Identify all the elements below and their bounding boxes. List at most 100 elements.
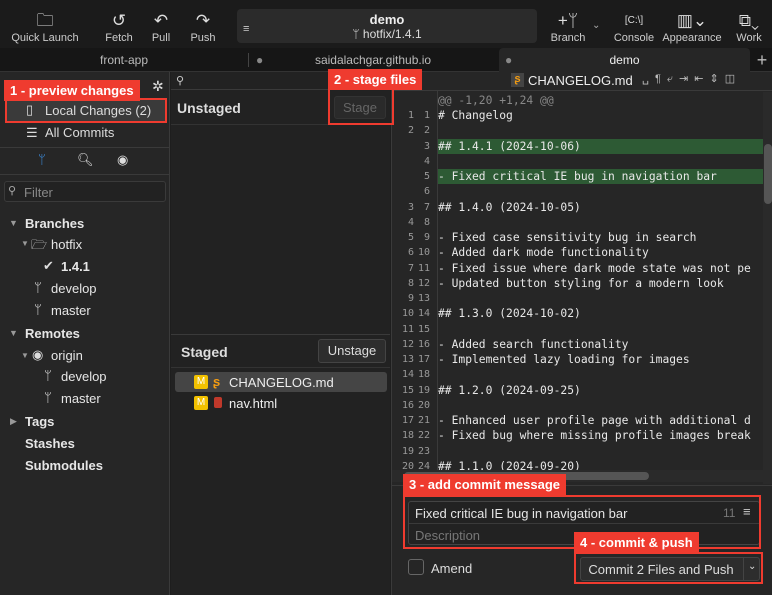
diff-line: 10 14 ## 1.3.0 (2024-10-02) (392, 306, 764, 321)
branch-icon: ᛘ (44, 368, 52, 383)
diff-line: 48 (392, 215, 764, 230)
diff-line: 22 (392, 123, 764, 138)
branches-header[interactable]: Branches (25, 216, 84, 231)
diff-line-added: 4 (392, 154, 764, 169)
line-text: - Implemented lazy loading for images (438, 353, 690, 366)
caret-down-icon[interactable]: ▼ (21, 239, 29, 248)
push-button[interactable]: ↷ Push (187, 10, 219, 44)
changes-panel: ⚲ Unstaged Stage Staged Unstage M ʂ CHAN… (171, 72, 390, 595)
appearance-button[interactable]: ▥⌄ Appearance (662, 10, 722, 44)
staged-file-row[interactable]: M ʂ CHANGELOG.md (175, 372, 387, 392)
quick-launch-button[interactable]: 🗀 Quick Launch (10, 10, 80, 44)
submodules-header[interactable]: Submodules (25, 458, 103, 473)
branch-add-icon: +ᛘ (557, 11, 579, 30)
branches-view-icon[interactable]: ᛘ (38, 152, 46, 167)
settings-icon[interactable]: ✲ (152, 78, 164, 95)
new-line-number: 2 (423, 125, 430, 137)
annotation-label: 1 - preview changes (4, 80, 140, 101)
old-line-number: 15 (401, 384, 414, 396)
filter-input[interactable]: ⚲ Filter (4, 181, 166, 202)
new-line-number: 20 (417, 399, 430, 411)
push-icon: ↷ (195, 11, 211, 30)
new-line-number: 3 (423, 140, 430, 152)
branch-master[interactable]: master (51, 303, 91, 318)
folder-icon: 🗀 (36, 11, 54, 30)
divider (171, 334, 390, 335)
pull-button[interactable]: ↶ Pull (146, 10, 176, 44)
remote-branch-master[interactable]: master (61, 391, 101, 406)
new-tab-button[interactable]: + (752, 48, 772, 72)
staged-header: Staged (181, 344, 228, 360)
github-icon: ◉ (32, 347, 44, 362)
staged-file-row[interactable]: M nav.html (175, 393, 387, 413)
branch-icon: ᛘ (34, 280, 42, 295)
line-text: ## 1.3.0 (2024-10-02) (438, 307, 581, 321)
current-branch: hotfix/1.4.1 (362, 27, 422, 41)
caret-right-icon[interactable]: ▶ (10, 416, 17, 427)
divider (248, 53, 249, 67)
tab-demo[interactable]: ● demo (499, 48, 750, 72)
search-icon[interactable]: 🔍︎ (77, 152, 94, 168)
diff-line: 19 23 (392, 444, 764, 459)
remote-branch-develop[interactable]: develop (61, 369, 107, 384)
branch-icon: ᛘ (44, 390, 52, 405)
tags-header[interactable]: Tags (25, 414, 54, 429)
annotation-label: 3 - add commit message (403, 474, 566, 495)
new-line-number: 23 (417, 445, 430, 457)
old-line-number: 3 (407, 201, 414, 213)
diff-line: 6 10 - Added dark mode functionality (392, 245, 764, 260)
diff-options-icons[interactable]: ␣¶⤶⇥⇤⇕◫ (642, 72, 741, 86)
caret-down-icon[interactable]: ▼ (21, 351, 29, 360)
fetch-icon: ↺ (111, 11, 127, 30)
vertical-scrollbar[interactable] (763, 92, 772, 484)
new-line-number: 13 (417, 293, 430, 304)
diff-line: 17 21 - Enhanced user profile page with ad… (392, 413, 764, 428)
line-text: - Added search functionality (438, 337, 629, 351)
stashes-header[interactable]: Stashes (25, 436, 75, 451)
branch-current[interactable]: 1.4.1 (61, 259, 90, 274)
new-line-number: 17 (417, 354, 430, 365)
amend-checkbox[interactable] (408, 559, 424, 575)
new-line-number: 21 (417, 415, 430, 426)
branch-button[interactable]: +ᛘ Branch (548, 10, 588, 44)
old-line-number: 13 (401, 354, 414, 365)
modified-badge: M (194, 396, 208, 410)
tab-front-app[interactable]: front-app (0, 48, 248, 72)
fetch-button[interactable]: ↺ Fetch (101, 10, 137, 44)
console-button[interactable]: [C:\] Console (612, 10, 656, 44)
console-icon: [C:\] (624, 15, 644, 26)
line-text: - Enhanced user profile page with additi… (438, 414, 751, 427)
dot-icon: ● (505, 53, 513, 67)
annotation-label: 4 - commit & push (574, 532, 699, 553)
remotes-header[interactable]: Remotes (25, 326, 80, 341)
chevron-down-icon[interactable]: ⌄ (592, 20, 600, 31)
workspace-button[interactable]: ⧉⌄ Work (732, 10, 766, 44)
search-icon[interactable]: ⚲ (176, 74, 184, 87)
repository-selector[interactable]: ≡ demo ᛘ hotfix/1.4.1 (237, 9, 537, 43)
line-text: ## 1.2.0 (2024-09-25) (438, 383, 581, 397)
branch-develop[interactable]: develop (51, 281, 97, 296)
new-line-number: 6 (423, 186, 430, 198)
remote-origin[interactable]: origin (51, 348, 83, 363)
old-line-number: 2 (407, 125, 414, 137)
branch-icon: ᛘ (352, 27, 363, 41)
new-line-number: 10 (417, 247, 430, 259)
branch-folder-hotfix[interactable]: hotfix (51, 237, 82, 252)
branch-icon: ᛘ (34, 302, 42, 317)
diff-line: 3 7 ## 1.4.0 (2024-10-05) (392, 200, 764, 215)
divider (0, 147, 170, 148)
line-text: - Fixed case sensitivity bug in search (438, 231, 697, 244)
old-line-number: 18 (401, 430, 414, 442)
scrollbar-thumb[interactable] (764, 144, 772, 204)
search-icon: ⚲ (8, 185, 17, 197)
annotation-box (574, 552, 763, 584)
divider (0, 174, 170, 175)
caret-down-icon[interactable]: ▼ (9, 328, 18, 338)
old-line-number: 6 (407, 247, 414, 259)
github-icon[interactable]: ◉ (117, 152, 128, 168)
sidebar-item-all-commits[interactable]: ☰ All Commits (6, 123, 166, 143)
caret-down-icon[interactable]: ▼ (9, 218, 18, 228)
unstage-button[interactable]: Unstage (318, 339, 386, 363)
annotation-label: 2 - stage files (328, 69, 423, 90)
new-line-number: 16 (417, 338, 430, 350)
